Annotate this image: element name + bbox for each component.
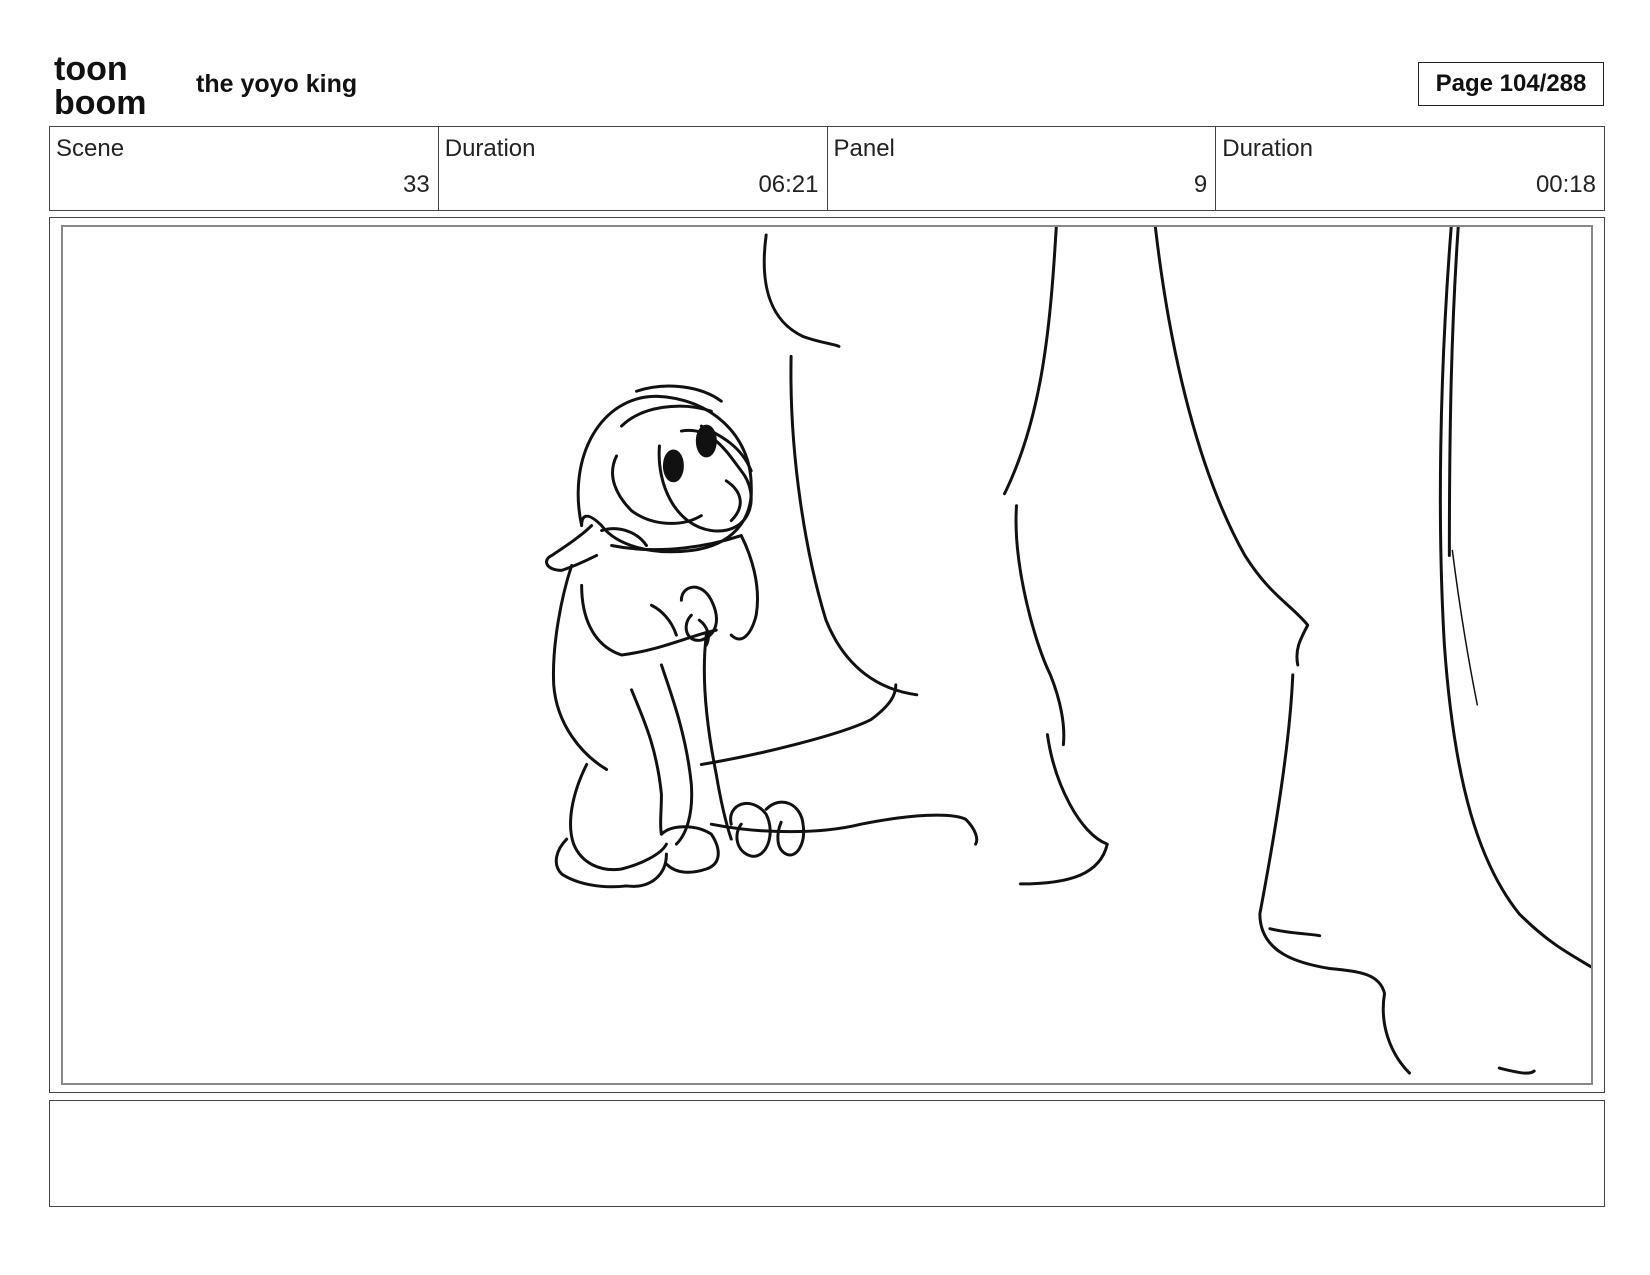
toonboom-logo-mark: toon boom: [54, 50, 147, 122]
scene-duration-label: Duration: [444, 135, 536, 162]
child-body: [551, 563, 609, 771]
child-hair: [545, 524, 599, 572]
child-eye: [662, 449, 684, 483]
storyboard-panel: [61, 225, 1593, 1085]
scene-duration-value: 06:21: [758, 171, 819, 198]
panel-notes-box: [49, 1100, 1605, 1207]
giant-leg-contour: [762, 233, 841, 348]
scene-label: Scene: [56, 135, 125, 162]
giant-leg-contour: [1438, 227, 1591, 969]
child-hand: [679, 585, 718, 642]
panel-sketch: [545, 227, 1591, 1075]
panel-duration-value: 00:18: [1535, 171, 1596, 198]
yoyo-string: [699, 683, 898, 766]
giant-leg-contour: [1018, 733, 1109, 886]
child-head: [620, 404, 713, 428]
child-foot: [554, 837, 668, 889]
giant-leg-contour: [1258, 673, 1411, 1075]
child-eye: [695, 424, 717, 458]
yoyo-string: [709, 813, 979, 846]
child-leg: [569, 762, 668, 872]
child-foot: [659, 825, 720, 874]
toonboom-logo: toon boom: [54, 50, 174, 122]
panel-value: 9: [1193, 171, 1208, 198]
giant-leg-contour: [789, 354, 919, 697]
logo-line-2: boom: [54, 84, 147, 118]
giant-leg-contour: [1447, 227, 1460, 557]
giant-leg-contour: [1014, 504, 1066, 747]
scene-value: 33: [403, 171, 430, 198]
giant-leg-contour: [1451, 549, 1479, 706]
child-leg: [630, 688, 663, 836]
yoyo-icon: [764, 800, 806, 857]
scene-duration-cell: Duration 06:21: [439, 127, 828, 210]
child-leg: [659, 663, 694, 846]
panel-duration-label: Duration: [1222, 135, 1313, 162]
scene-cell: Scene 33: [50, 127, 439, 210]
child-head: [611, 454, 703, 525]
child-head: [724, 479, 742, 523]
page-number: Page 104/288: [1435, 70, 1587, 97]
child-body: [649, 603, 678, 637]
logo-line-1: toon: [54, 52, 128, 88]
giant-leg-contour: [1497, 1066, 1536, 1075]
panel-cell: Panel 9: [828, 127, 1217, 210]
panel-label: Panel: [833, 135, 895, 162]
giant-leg-contour: [1268, 927, 1322, 938]
panel-duration-cell: Duration 00:18: [1216, 127, 1604, 210]
project-title: the yoyo king: [196, 70, 358, 98]
giant-leg-contour: [1003, 227, 1058, 496]
page-number-badge: Page 104/288: [1418, 62, 1604, 106]
giant-leg-contour: [1153, 227, 1310, 667]
child-body: [580, 583, 718, 657]
scene-info-bar: Scene 33 Duration 06:21 Panel 9 Duration…: [49, 126, 1605, 211]
yoyo-string: [702, 633, 733, 841]
